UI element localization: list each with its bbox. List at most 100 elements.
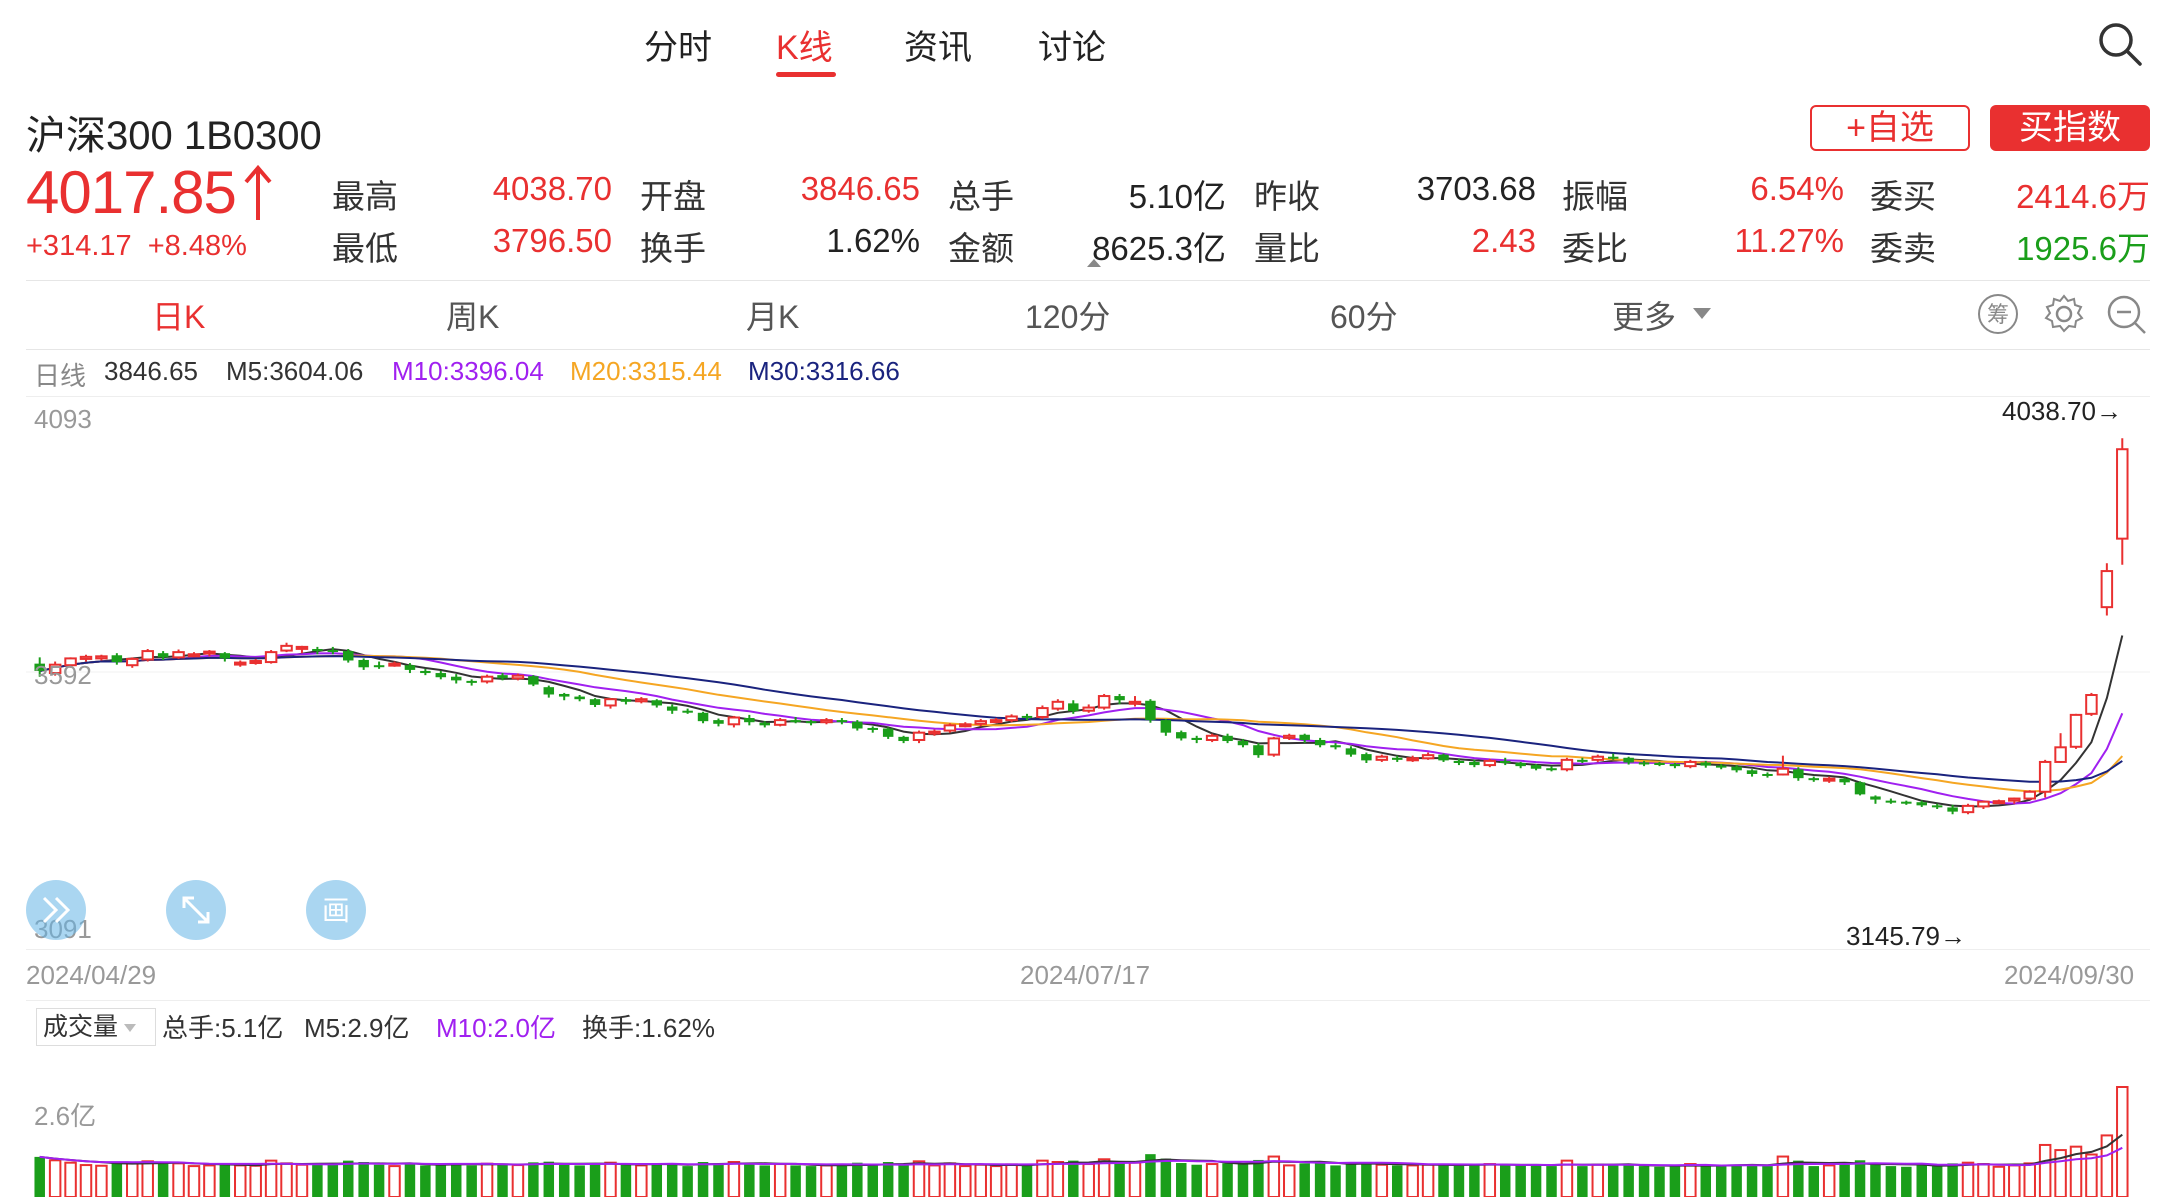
tab-60min[interactable]: 60分 xyxy=(1330,292,1398,338)
tab-more[interactable]: 更多 xyxy=(1612,292,1676,338)
volume-bar-up xyxy=(1283,1164,1296,1197)
chip-distribution-icon[interactable]: 筹 xyxy=(1976,292,2020,336)
volume-bar-up xyxy=(1097,1158,1111,1197)
change-percent: +8.48% xyxy=(147,230,247,262)
search-icon[interactable] xyxy=(2096,20,2144,68)
candle-down xyxy=(327,650,339,653)
candle-up xyxy=(974,720,987,725)
ma-m10: M10:3396.04 xyxy=(392,356,544,386)
candle-up xyxy=(1776,767,1790,776)
volume-bar-up xyxy=(2023,1162,2036,1197)
volume-bar-down xyxy=(1700,1165,1712,1197)
ma-m5: M5:3604.06 xyxy=(226,356,364,386)
candle-down xyxy=(1222,735,1233,742)
candle-down xyxy=(1314,739,1326,746)
candle-up xyxy=(959,723,972,728)
candle-down xyxy=(373,665,385,668)
candle-down xyxy=(1191,737,1202,740)
candle-up xyxy=(1005,715,1018,722)
zoom-out-icon[interactable] xyxy=(2104,292,2148,336)
candle-down xyxy=(404,665,416,670)
candle-down xyxy=(805,721,817,724)
volume-bar-up xyxy=(1051,1161,1065,1197)
tab-fenshi[interactable]: 分时 xyxy=(644,20,712,69)
tab-discussion[interactable]: 讨论 xyxy=(1038,20,1106,69)
volume-bar-up xyxy=(1992,1165,2006,1197)
volume-bar-down xyxy=(327,1164,339,1197)
fullscreen-button[interactable] xyxy=(166,880,226,940)
volume-bar-up xyxy=(172,1162,185,1197)
candle-up xyxy=(249,660,262,665)
volume-bar-up xyxy=(480,1162,494,1197)
amplitude-label: 振幅 xyxy=(1562,178,1628,215)
kline-chart xyxy=(26,438,2150,815)
order-ratio-value: 11.27% xyxy=(1734,222,1844,259)
tab-monthly-k[interactable]: 月K xyxy=(746,292,799,338)
candle-up xyxy=(2100,570,2114,609)
volume-bar-down xyxy=(1746,1164,1758,1197)
volume-bar-down xyxy=(420,1165,431,1197)
candle-up xyxy=(943,724,957,732)
volume-bar-up xyxy=(959,1165,972,1197)
prev-close-label: 昨收 xyxy=(1254,178,1320,215)
expand-left-button[interactable] xyxy=(26,880,86,940)
candle-up xyxy=(203,650,216,655)
volume-indicator-select[interactable]: 成交量 xyxy=(36,1008,156,1046)
candle-down xyxy=(1499,760,1511,763)
candle-down xyxy=(1160,720,1172,733)
volume-bar-up xyxy=(1036,1159,1049,1197)
candle-down xyxy=(342,651,354,661)
tab-daily-k[interactable]: 日K xyxy=(152,292,205,338)
amount-value[interactable]: 8625.3亿 xyxy=(1050,222,1226,270)
open-label: 开盘 xyxy=(640,178,706,215)
candle-down xyxy=(1808,778,1820,781)
candle-up xyxy=(1977,800,1990,808)
volume-bar-up xyxy=(1822,1164,1836,1197)
vol-ratio-value: 2.43 xyxy=(1471,222,1536,259)
volume-bar-down xyxy=(1839,1164,1850,1197)
ma-daily-label: 日线 xyxy=(34,361,87,391)
amount-expand-icon[interactable] xyxy=(1087,259,1101,267)
candle-down xyxy=(1515,762,1526,767)
bid-value: 2414.6万 xyxy=(2016,178,2150,215)
candle-down xyxy=(666,706,678,711)
volume-bar-down xyxy=(111,1162,123,1197)
svg-text:画: 画 xyxy=(322,894,350,927)
volume-bar-down xyxy=(836,1165,848,1197)
more-dropdown-icon[interactable] xyxy=(1693,308,1711,319)
candle-up xyxy=(1406,757,1419,762)
amount-label: 金额 xyxy=(948,230,1014,267)
volume-bar-down xyxy=(358,1162,369,1197)
candle-up xyxy=(1483,759,1497,767)
volume-bar-down xyxy=(1901,1166,1912,1197)
volume-bar-down xyxy=(450,1163,462,1197)
candle-down xyxy=(1237,741,1249,746)
ma5-line xyxy=(39,635,2124,808)
candle-down xyxy=(836,720,848,723)
volume-bar-up xyxy=(604,1161,617,1197)
date-end: 2024/09/30 xyxy=(2004,960,2135,990)
buy-index-button[interactable]: 买指数 xyxy=(1990,105,2150,151)
tab-weekly-k[interactable]: 周K xyxy=(446,292,499,338)
candle-up xyxy=(1051,700,1065,710)
candle-up xyxy=(187,653,201,658)
tab-kline[interactable]: K线 xyxy=(776,20,833,69)
volume-bar-up xyxy=(249,1164,262,1197)
candle-up xyxy=(280,644,293,652)
chevron-down-icon[interactable] xyxy=(124,1024,136,1032)
tab-120min[interactable]: 120分 xyxy=(1025,292,1110,338)
high-label: 最高 xyxy=(332,178,398,215)
volume-bar-down xyxy=(312,1164,323,1197)
candle-down xyxy=(682,710,693,713)
ma30-line xyxy=(39,655,2123,783)
add-watchlist-button[interactable]: +自选 xyxy=(1810,105,1970,151)
draw-button[interactable]: 画 xyxy=(306,880,366,940)
volume-bar-up xyxy=(635,1164,648,1197)
settings-gear-icon[interactable] xyxy=(2042,292,2086,336)
low-value: 3796.50 xyxy=(492,222,612,259)
y-axis-top-label: 4093 xyxy=(34,404,92,434)
volume-bar-down xyxy=(682,1166,693,1197)
tab-news[interactable]: 资讯 xyxy=(904,20,972,69)
price-up-arrow-icon xyxy=(244,164,272,220)
double-chevron-icon xyxy=(42,896,71,924)
